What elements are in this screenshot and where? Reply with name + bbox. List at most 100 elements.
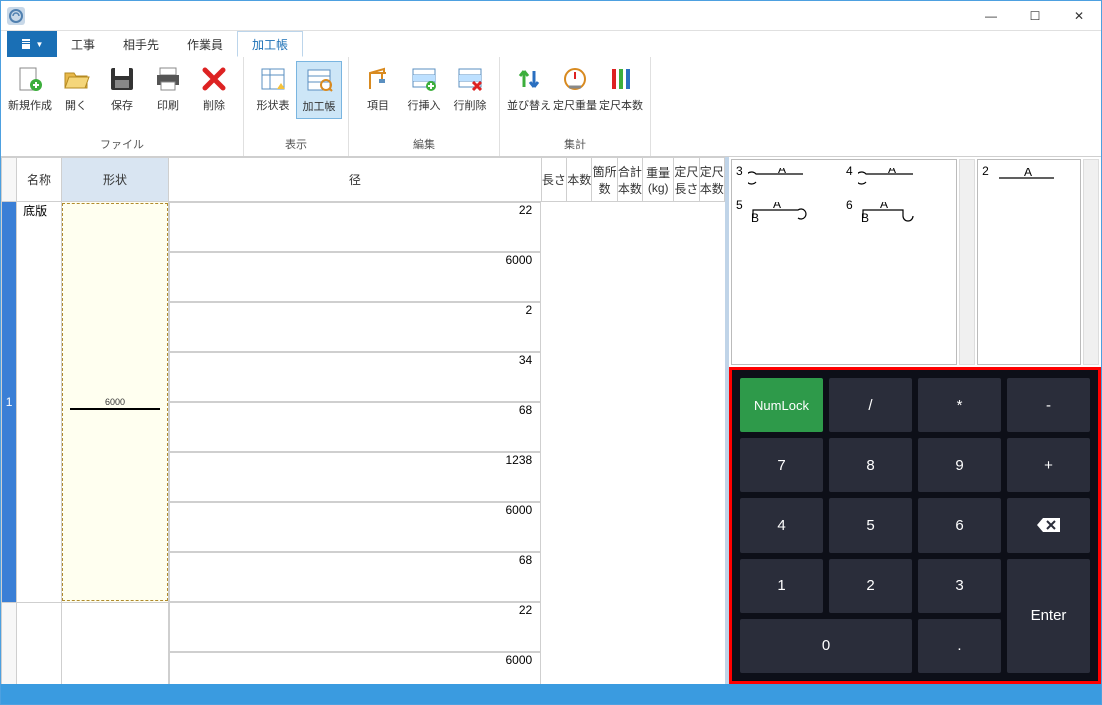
column-header[interactable]: 径: [169, 158, 542, 202]
numpad: NumLock/*- 789+456 123Enter 0.: [740, 378, 1090, 673]
ribbon-btn-label: 新規作成: [8, 97, 52, 113]
numpad-key-2[interactable]: 2: [829, 559, 912, 613]
scrollbar[interactable]: [959, 159, 975, 365]
column-header[interactable]: 箇所数: [592, 158, 617, 202]
save-icon: [108, 65, 136, 93]
cell[interactable]: 2: [2, 602, 17, 684]
menu-tab-加工帳[interactable]: 加工帳: [237, 31, 303, 57]
file-icon: [21, 38, 33, 50]
numpad-panel: NumLock/*- 789+456 123Enter 0.: [729, 367, 1101, 684]
column-header[interactable]: 形状: [61, 158, 168, 202]
cell[interactable]: 6000: [169, 652, 541, 684]
column-header[interactable]: 本数: [567, 158, 592, 202]
shape-palette-right[interactable]: 2A: [977, 159, 1081, 365]
cell[interactable]: 6000: [61, 202, 168, 603]
ribbon-btn-定尺本数[interactable]: 定尺本数: [598, 61, 644, 117]
data-grid[interactable]: 名称形状径長さ本数箇所数合計本数重量(kg)定尺長さ定尺本数 1底版600022…: [1, 157, 725, 684]
column-header[interactable]: 定尺本数: [699, 158, 724, 202]
proc-icon: [305, 66, 333, 94]
menu-tab-工事[interactable]: 工事: [57, 31, 109, 57]
shape-swatch-4[interactable]: 4A: [846, 164, 946, 194]
cell[interactable]: 6000: [169, 252, 541, 302]
ribbon-group-編集: 項目行挿入行削除編集: [349, 57, 500, 156]
column-header[interactable]: 重量(kg): [643, 158, 674, 202]
shape-swatch-2[interactable]: 2A: [982, 164, 1076, 194]
numpad-key-/[interactable]: /: [829, 378, 912, 432]
numpad-key-4[interactable]: 4: [740, 498, 823, 552]
status-bar: [1, 684, 1101, 704]
numpad-key-Enter[interactable]: Enter: [1007, 559, 1090, 673]
ribbon-btn-加工帳[interactable]: 加工帳: [296, 61, 342, 119]
maximize-button[interactable]: ☐: [1013, 1, 1057, 31]
menu-tab-作業員[interactable]: 作業員: [173, 31, 237, 57]
ribbon-btn-保存[interactable]: 保存: [99, 61, 145, 117]
shape-swatch-3[interactable]: 3A: [736, 164, 836, 194]
numpad-key-.[interactable]: .: [918, 619, 1001, 673]
numpad-key-7[interactable]: 7: [740, 438, 823, 492]
numpad-key-9[interactable]: 9: [918, 438, 1001, 492]
table-row[interactable]: 1底版6000226000234681238600068: [2, 202, 725, 603]
numpad-key-backspace[interactable]: [1007, 498, 1090, 552]
ribbon-btn-形状表[interactable]: 形状表: [250, 61, 296, 119]
svg-text:B: B: [861, 211, 869, 224]
ribbon-btn-label: 形状表: [257, 97, 290, 113]
column-header[interactable]: 名称: [17, 158, 62, 202]
minimize-button[interactable]: —: [969, 1, 1013, 31]
shape-palette-left[interactable]: 3A4A5BA6BA: [731, 159, 957, 365]
cell[interactable]: 1: [2, 202, 17, 603]
ribbon-btn-印刷[interactable]: 印刷: [145, 61, 191, 117]
ribbon-btn-新規作成[interactable]: 新規作成: [7, 61, 53, 117]
cell[interactable]: 2: [169, 302, 541, 352]
svg-text:A: A: [880, 202, 888, 211]
sort-icon: [515, 65, 543, 93]
delete-icon: [200, 65, 228, 93]
cell[interactable]: [17, 602, 62, 684]
shape-swatch-5[interactable]: 5BA: [736, 198, 836, 228]
cell[interactable]: 6000: [61, 602, 168, 684]
column-header[interactable]: 長さ: [541, 158, 566, 202]
numpad-key-NumLock[interactable]: NumLock: [740, 378, 823, 432]
cell[interactable]: 68: [169, 552, 541, 602]
ribbon-group-label: 集計: [564, 136, 586, 154]
numpad-key-3[interactable]: 3: [918, 559, 1001, 613]
numpad-key-+[interactable]: +: [1007, 438, 1090, 492]
numpad-key-8[interactable]: 8: [829, 438, 912, 492]
cell[interactable]: 22: [169, 202, 541, 252]
cell[interactable]: 底版: [17, 202, 62, 603]
numpad-key-*[interactable]: *: [918, 378, 1001, 432]
column-header[interactable]: 合計本数: [617, 158, 642, 202]
cell[interactable]: 34: [169, 352, 541, 402]
shape-figure: 6000: [70, 407, 160, 410]
ribbon-btn-行挿入[interactable]: 行挿入: [401, 61, 447, 117]
ribbon-btn-行削除[interactable]: 行削除: [447, 61, 493, 117]
rowins-icon: [410, 65, 438, 93]
ribbon-btn-定尺重量[interactable]: 定尺重量: [552, 61, 598, 117]
cell[interactable]: 68: [169, 402, 541, 452]
column-header[interactable]: 定尺長さ: [674, 158, 699, 202]
numpad-key-0[interactable]: 0: [740, 619, 912, 673]
scrollbar[interactable]: [1083, 159, 1099, 365]
menu-tab-相手先[interactable]: 相手先: [109, 31, 173, 57]
numpad-key-1[interactable]: 1: [740, 559, 823, 613]
ribbon-btn-項目[interactable]: 項目: [355, 61, 401, 117]
menu-strip: ▼ 工事相手先作業員加工帳: [1, 31, 1101, 57]
cell[interactable]: 22: [169, 602, 541, 652]
new-icon: [16, 65, 44, 93]
numpad-key-5[interactable]: 5: [829, 498, 912, 552]
ribbon: 新規作成開く保存印刷削除ファイル形状表加工帳表示項目行挿入行削除編集並び替え定尺…: [1, 57, 1101, 157]
ribbon-btn-削除[interactable]: 削除: [191, 61, 237, 117]
file-menu-button[interactable]: ▼: [7, 31, 57, 57]
column-header[interactable]: [2, 158, 17, 202]
cell[interactable]: 6000: [169, 502, 541, 552]
ribbon-group-集計: 並び替え定尺重量定尺本数集計: [500, 57, 651, 156]
bars-icon: [607, 65, 635, 93]
ribbon-btn-並び替え[interactable]: 並び替え: [506, 61, 552, 117]
numpad-key-6[interactable]: 6: [918, 498, 1001, 552]
close-button[interactable]: ✕: [1057, 1, 1101, 31]
numpad-key--[interactable]: -: [1007, 378, 1090, 432]
main-area: 名称形状径長さ本数箇所数合計本数重量(kg)定尺長さ定尺本数 1底版600022…: [1, 157, 1101, 684]
ribbon-btn-開く[interactable]: 開く: [53, 61, 99, 117]
shape-swatch-6[interactable]: 6BA: [846, 198, 946, 228]
table-row[interactable]: 2600022600023468123860002: [2, 602, 725, 684]
cell[interactable]: 1238: [169, 452, 541, 502]
